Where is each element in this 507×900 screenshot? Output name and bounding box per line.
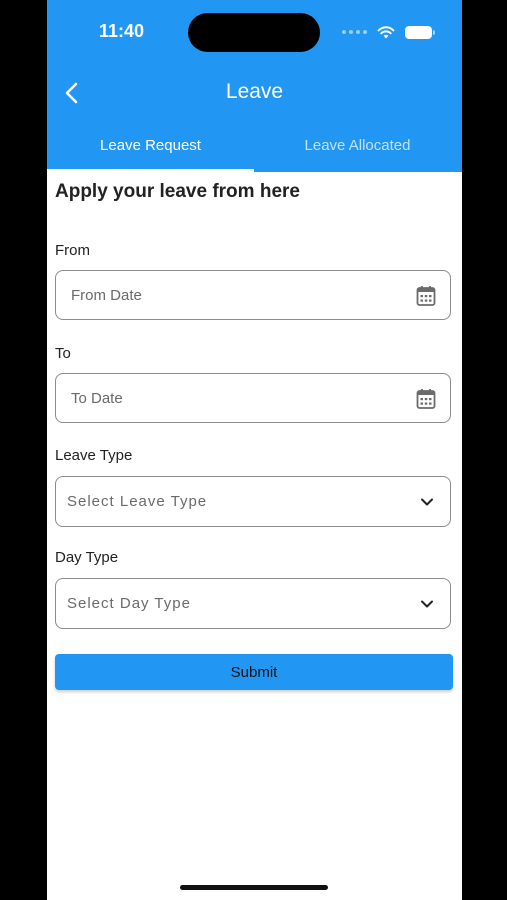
signal-icon bbox=[342, 30, 367, 34]
chevron-down-icon bbox=[421, 498, 433, 506]
to-date-field[interactable]: To Date bbox=[55, 373, 451, 423]
to-date-placeholder: To Date bbox=[71, 390, 123, 407]
chevron-down-icon bbox=[421, 600, 433, 608]
tab-leave-request[interactable]: Leave Request bbox=[47, 137, 254, 172]
wifi-icon bbox=[377, 26, 395, 39]
leave-type-placeholder: Select Leave Type bbox=[67, 493, 208, 510]
dynamic-island bbox=[188, 13, 320, 52]
leave-type-label: Leave Type bbox=[55, 447, 133, 464]
tab-leave-allocated[interactable]: Leave Allocated bbox=[254, 137, 461, 172]
day-type-dropdown[interactable]: Select Day Type bbox=[55, 578, 451, 629]
app-header: 11:40 Leave Leave Request Leave Allocate… bbox=[47, 0, 462, 172]
leave-type-dropdown[interactable]: Select Leave Type bbox=[55, 476, 451, 527]
to-label: To bbox=[55, 345, 71, 362]
status-icons bbox=[342, 22, 435, 42]
tab-indicator bbox=[47, 169, 254, 172]
home-indicator[interactable] bbox=[180, 885, 328, 890]
calendar-icon[interactable] bbox=[416, 388, 436, 410]
day-type-label: Day Type bbox=[55, 549, 119, 566]
submit-button[interactable]: Submit bbox=[55, 654, 453, 690]
phone-screen: 11:40 Leave Leave Request Leave Allocate… bbox=[47, 0, 462, 900]
battery-icon bbox=[405, 25, 435, 39]
page-title: Leave bbox=[225, 80, 284, 103]
calendar-icon[interactable] bbox=[416, 285, 436, 307]
from-label: From bbox=[55, 242, 90, 259]
from-date-field[interactable]: From Date bbox=[55, 270, 451, 320]
form-heading: Apply your leave from here bbox=[55, 181, 300, 202]
day-type-placeholder: Select Day Type bbox=[67, 595, 191, 612]
status-time: 11:40 bbox=[99, 21, 145, 41]
from-date-placeholder: From Date bbox=[71, 287, 142, 304]
